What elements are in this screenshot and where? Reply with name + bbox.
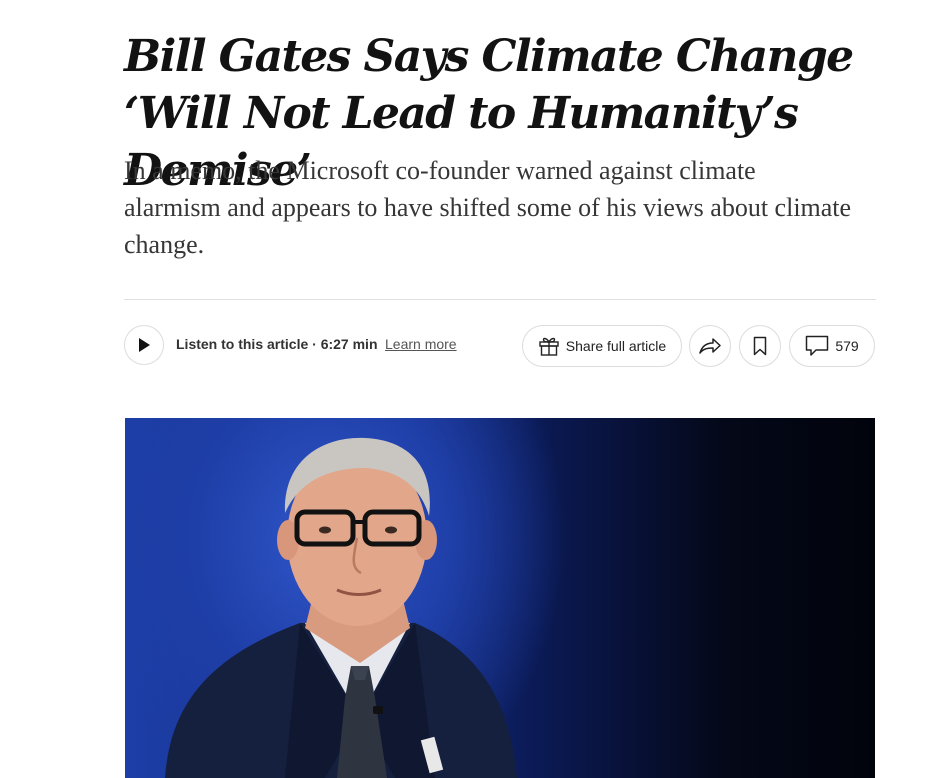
portrait-illustration — [165, 437, 517, 778]
save-button[interactable] — [739, 325, 781, 367]
learn-more-link[interactable]: Learn more — [385, 336, 457, 352]
share-full-article-button[interactable]: Share full article — [522, 325, 682, 367]
share-button[interactable] — [689, 325, 731, 367]
article-summary: In a memo, the Microsoft co-founder warn… — [124, 156, 852, 259]
gift-icon — [539, 337, 559, 356]
share-label: Share full article — [565, 338, 667, 354]
listen-label: Listen to this article · 6:27 min — [176, 336, 378, 352]
bookmark-icon — [753, 336, 767, 356]
play-icon — [139, 338, 150, 352]
comment-bubble-icon — [806, 335, 829, 356]
article-photo — [125, 418, 875, 778]
comments-button[interactable]: 579 — [789, 325, 875, 367]
play-audio-button[interactable] — [124, 325, 164, 365]
divider — [124, 299, 876, 300]
article-page: Bill Gates Says Climate Change ‘Will Not… — [0, 0, 927, 778]
article-toolbar: Listen to this article · 6:27 min Learn … — [124, 325, 876, 367]
share-arrow-icon — [699, 338, 721, 354]
comment-count: 579 — [835, 338, 859, 354]
